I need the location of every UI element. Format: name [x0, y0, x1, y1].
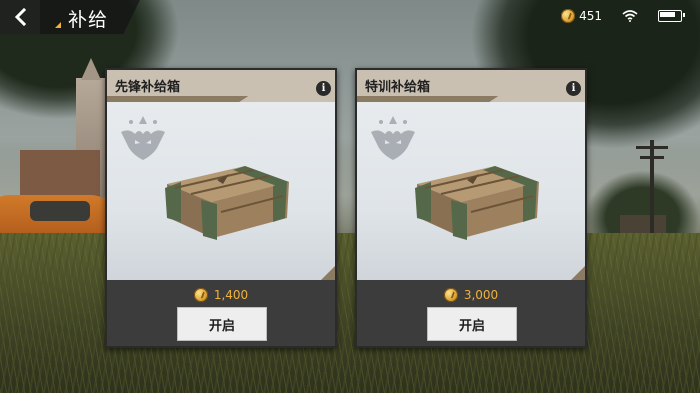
status-bar: 451	[561, 9, 685, 23]
wolf-emblem-icon	[371, 116, 415, 160]
crate-price: 1,400	[213, 288, 249, 302]
crate-name: 先锋补给箱	[115, 80, 181, 95]
battery-icon	[658, 10, 685, 22]
card-footer: 3,000 开启	[357, 280, 585, 346]
card-header: 先锋补给箱 i	[107, 70, 335, 102]
back-button[interactable]	[0, 0, 40, 34]
coin-icon	[193, 288, 208, 302]
price-row: 3,000	[357, 288, 585, 302]
wolf-emblem-icon	[121, 116, 165, 160]
info-icon[interactable]: i	[566, 81, 581, 96]
crate-price: 3,000	[463, 288, 499, 302]
coin-icon	[561, 9, 576, 23]
crate-name: 特训补给箱	[365, 80, 431, 95]
currency-amount: 451	[579, 9, 602, 23]
crate-card-vanguard: 先锋补给箱 i 1,400 开启	[105, 68, 337, 348]
card-body	[107, 102, 335, 280]
supply-crate-image	[165, 166, 289, 240]
card-footer: 1,400 开启	[107, 280, 335, 346]
open-button[interactable]: 开启	[427, 307, 517, 341]
title-accent-mark	[55, 22, 61, 28]
card-header: 特训补给箱 i	[357, 70, 585, 102]
price-row: 1,400	[107, 288, 335, 302]
card-body	[357, 102, 585, 280]
wifi-icon	[622, 10, 638, 22]
currency-display: 451	[561, 9, 602, 23]
chevron-left-icon	[14, 8, 27, 26]
coin-icon	[443, 288, 458, 302]
page-title: 补给	[68, 9, 109, 31]
open-button[interactable]: 开启	[177, 307, 267, 341]
crate-card-training: 特训补给箱 i 3,000 开启	[355, 68, 587, 348]
info-icon[interactable]: i	[316, 81, 331, 96]
supply-crate-image	[415, 166, 539, 240]
